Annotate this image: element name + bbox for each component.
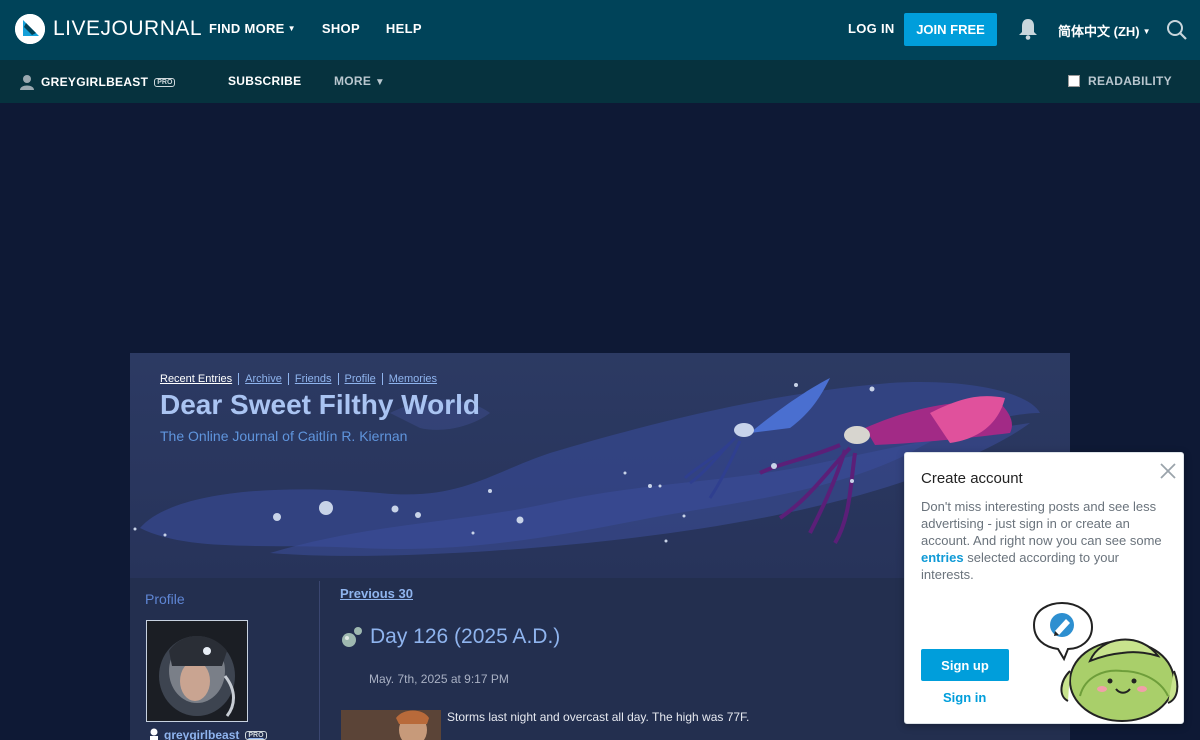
entry-text: Storms last night and overcast all day. … — [447, 710, 750, 724]
popup-text: Don't miss interesting posts and see les… — [921, 498, 1171, 583]
livejournal-logo[interactable]: LIVEJOURNAL — [15, 14, 202, 44]
journal-nav-friends[interactable]: Friends — [287, 373, 338, 385]
journal-nav-profile[interactable]: Profile — [337, 373, 382, 385]
logo-text: LIVEJOURNAL — [53, 17, 203, 40]
entry-date: May. 7th, 2025 at 9:17 PM — [369, 672, 509, 686]
previous-entries-link[interactable]: Previous 30 — [340, 586, 413, 601]
login-link[interactable]: LOG IN — [848, 21, 895, 36]
nav-help[interactable]: HELP — [386, 21, 422, 36]
avatar[interactable] — [146, 620, 248, 722]
readability-label: READABILITY — [1088, 74, 1172, 88]
readability-toggle[interactable]: READABILITY — [1068, 74, 1172, 88]
livejournal-logo-icon — [15, 14, 45, 44]
journal-subbar: GREYGIRLBEAST PRO SUBSCRIBE MORE ▼ READA… — [0, 60, 1200, 103]
journal-username: GREYGIRLBEAST — [41, 75, 149, 89]
journal-nav: Recent Entries Archive Friends Profile M… — [160, 373, 443, 385]
popup-text-part: Don't miss interesting posts and see les… — [921, 499, 1162, 548]
journal-title[interactable]: Dear Sweet Filthy World — [160, 389, 480, 421]
bubbles-icon — [342, 627, 362, 647]
cabbage-mascot-icon — [1030, 601, 1180, 728]
pro-badge: PRO — [154, 77, 176, 87]
create-account-popup: Create account Don't miss interesting po… — [904, 452, 1184, 724]
main-nav: FIND MORE ▼ SHOP HELP — [209, 21, 422, 36]
language-selector[interactable]: 简体中文 (ZH) ▼ — [1058, 21, 1151, 40]
entry-title[interactable]: Day 126 (2025 A.D.) — [340, 625, 560, 649]
sidebar-divider — [319, 581, 320, 740]
chevron-down-icon: ▼ — [1142, 27, 1151, 36]
search-icon[interactable] — [1166, 19, 1188, 46]
pro-badge: PRO — [245, 730, 267, 740]
nav-shop[interactable]: SHOP — [322, 21, 360, 36]
nav-find-more[interactable]: FIND MORE ▼ — [209, 21, 296, 36]
close-icon[interactable] — [1158, 461, 1178, 481]
user-icon — [150, 728, 158, 740]
sidebar-username: greygirlbeast — [164, 728, 240, 740]
sign-up-button[interactable]: Sign up — [921, 649, 1009, 681]
readability-checkbox[interactable] — [1068, 75, 1080, 87]
sign-in-link[interactable]: Sign in — [943, 690, 986, 705]
subscribe-link[interactable]: SUBSCRIBE — [228, 74, 301, 88]
chevron-down-icon: ▼ — [374, 77, 386, 88]
popup-title: Create account — [921, 470, 1023, 487]
entries-link[interactable]: entries — [921, 550, 964, 565]
nav-find-more-label: FIND MORE — [209, 21, 285, 36]
top-navigation-bar: LIVEJOURNAL FIND MORE ▼ SHOP HELP LOG IN … — [0, 0, 1200, 60]
sidebar-user-link[interactable]: greygirlbeast PRO — [148, 728, 267, 740]
more-menu[interactable]: MORE ▼ — [334, 74, 385, 88]
entry-title-text: Day 126 (2025 A.D.) — [370, 625, 561, 648]
entry-image — [341, 710, 441, 740]
bell-icon[interactable] — [1018, 18, 1038, 45]
language-label: 简体中文 (ZH) — [1058, 24, 1140, 39]
journal-nav-recent-entries[interactable]: Recent Entries — [160, 373, 238, 385]
journal-nav-archive[interactable]: Archive — [238, 373, 288, 385]
more-label: MORE — [334, 74, 372, 88]
chevron-down-icon: ▼ — [287, 24, 296, 33]
journal-nav-memories[interactable]: Memories — [381, 373, 443, 385]
join-free-button[interactable]: JOIN FREE — [904, 13, 997, 46]
journal-subtitle: The Online Journal of Caitlín R. Kiernan — [160, 428, 408, 444]
user-icon — [20, 75, 34, 90]
sidebar-profile-heading: Profile — [145, 591, 185, 607]
journal-user[interactable]: GREYGIRLBEAST PRO — [19, 74, 176, 90]
